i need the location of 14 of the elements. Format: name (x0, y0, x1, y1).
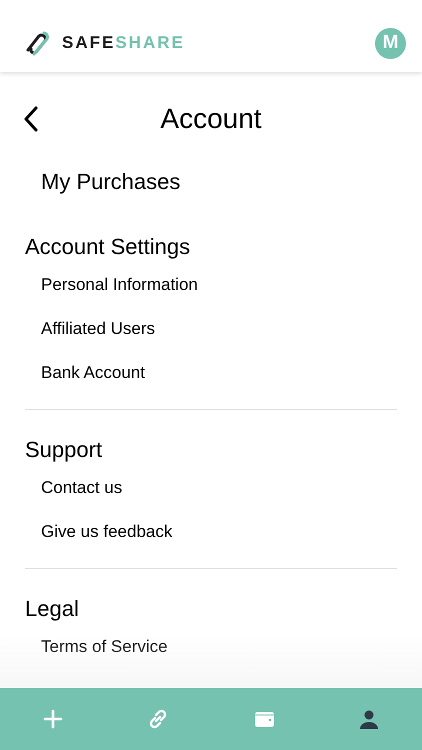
plus-icon (40, 707, 65, 731)
menu-link[interactable]: Terms of Service (25, 636, 184, 658)
back-icon[interactable] (24, 106, 38, 132)
section-heading: Account Settings (25, 233, 192, 261)
logo-wordmark: SAFESHARE (62, 33, 185, 53)
page-title: Account (159, 103, 263, 135)
menu-link[interactable]: My Purchases (25, 168, 196, 196)
menu-link[interactable]: Give us feedback (25, 521, 188, 543)
menu-link[interactable]: Personal Information (25, 274, 214, 296)
menu-link[interactable]: Affiliated Users (25, 318, 172, 340)
section-heading: Legal (25, 595, 80, 623)
menu-link[interactable]: Contact us (25, 477, 138, 499)
section-heading: Support (25, 436, 104, 464)
menu-link[interactable]: Bank Account (25, 362, 161, 384)
